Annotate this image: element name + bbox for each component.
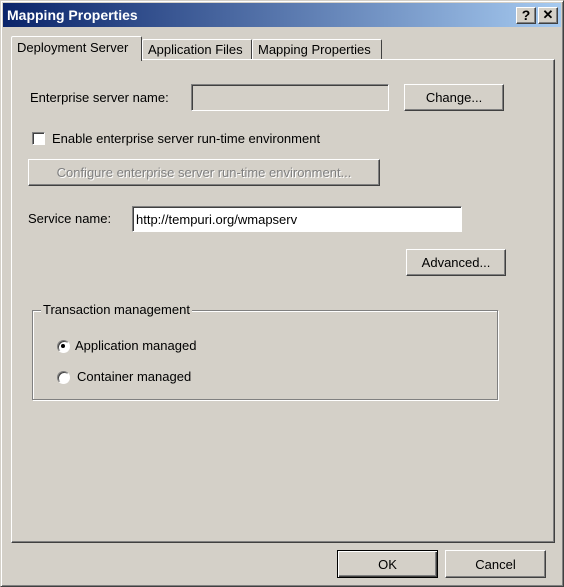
container-managed-radio[interactable] — [57, 371, 70, 384]
enable-runtime-label: Enable enterprise server run-time enviro… — [52, 131, 321, 146]
tab-label: Mapping Properties — [258, 42, 371, 57]
deployment-server-panel: Enterprise server name: Change... Enable… — [11, 59, 555, 543]
enterprise-server-label: Enterprise server name: — [30, 90, 169, 105]
help-button[interactable]: ? — [516, 7, 536, 24]
enable-runtime-checkbox[interactable] — [32, 132, 45, 145]
advanced-button[interactable]: Advanced... — [406, 249, 506, 276]
container-managed-label: Container managed — [77, 369, 192, 384]
enterprise-server-field[interactable] — [191, 84, 389, 111]
tab-deployment-server[interactable]: Deployment Server — [11, 36, 142, 61]
mapping-properties-dialog: Mapping Properties ? ✕ Deployment Server… — [0, 0, 564, 587]
application-managed-label: Application managed — [75, 338, 197, 353]
tab-application-files[interactable]: Application Files — [142, 39, 252, 59]
change-button[interactable]: Change... — [404, 84, 504, 111]
transaction-management-group: Transaction management Application manag… — [32, 302, 498, 400]
transaction-management-legend: Transaction management — [41, 302, 192, 317]
ok-button[interactable]: OK — [337, 550, 438, 578]
application-managed-radio[interactable] — [57, 340, 70, 353]
window-title: Mapping Properties — [7, 7, 138, 23]
configure-runtime-button[interactable]: Configure enterprise server run-time env… — [28, 159, 380, 186]
service-name-input[interactable] — [132, 206, 462, 232]
tab-label: Application Files — [148, 42, 243, 57]
tab-label: Deployment Server — [17, 40, 129, 55]
close-icon: ✕ — [542, 7, 554, 22]
close-button[interactable]: ✕ — [538, 7, 558, 24]
service-name-label: Service name: — [28, 211, 112, 226]
cancel-button[interactable]: Cancel — [445, 550, 546, 578]
tab-mapping-properties[interactable]: Mapping Properties — [252, 39, 382, 59]
title-bar[interactable]: Mapping Properties ? ✕ — [3, 3, 561, 27]
